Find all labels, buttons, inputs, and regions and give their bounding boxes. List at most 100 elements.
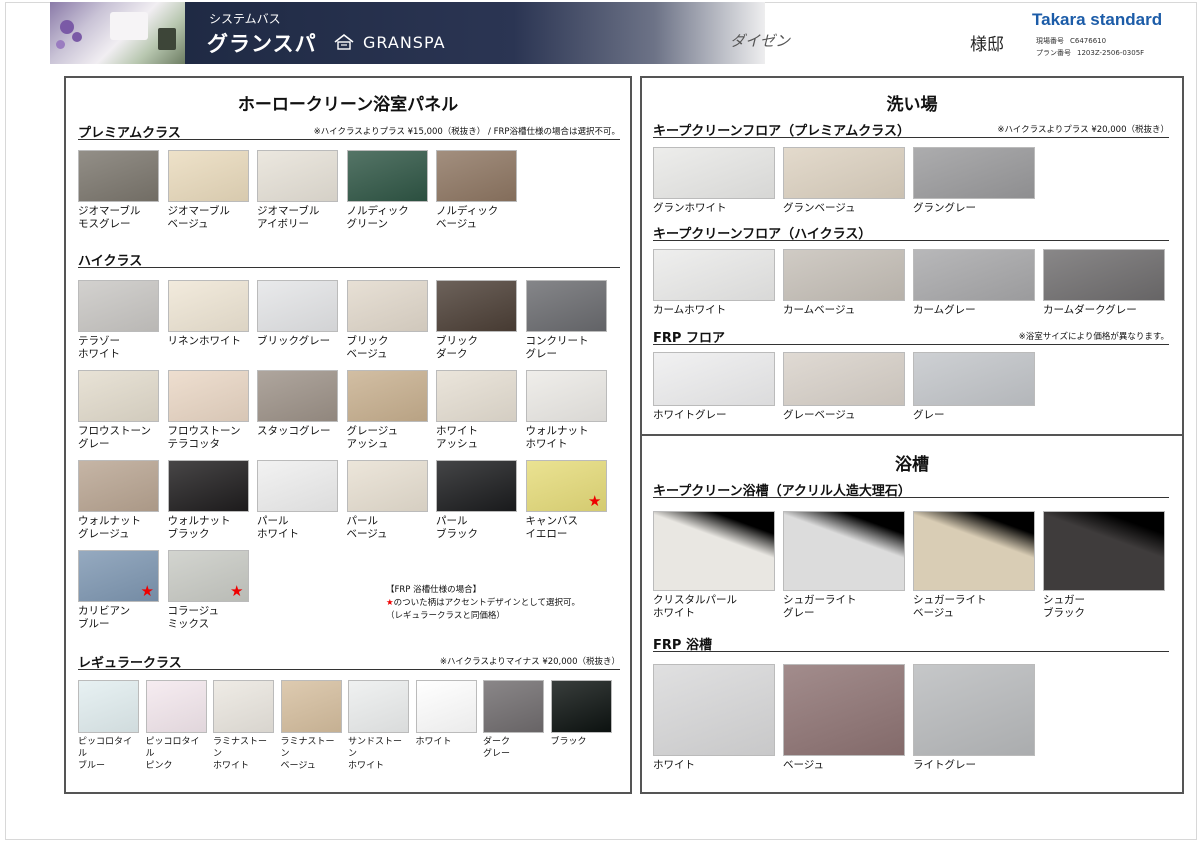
section-note: ※ハイクラスよりプラス ¥15,000（税抜き） / FRP浴槽仕様の場合は選択… [313, 127, 620, 137]
honorific: 様邸 [970, 35, 1004, 55]
star-icon: ★ [140, 582, 154, 600]
swatch-label: ピッコロタイル ピンク [145, 737, 200, 771]
swatch-label: パール ベージュ [346, 515, 388, 540]
swatch-label: グランベージュ [783, 202, 856, 214]
swatch-chip [145, 680, 207, 733]
star-icon: ★ [386, 598, 394, 608]
swatch-chip [280, 680, 342, 733]
swatch-label: シュガー ブラック [1043, 594, 1085, 619]
swatch-label: ノルディック ベージュ [436, 205, 499, 230]
section-title: キープクリーンフロア（ハイクラス） [653, 227, 872, 242]
swatch-label: ブリックグレー [257, 335, 331, 347]
section-title: FRP 浴槽 [653, 638, 712, 653]
swatch-label: ウォルナット ホワイト [525, 425, 589, 450]
swatch-chip [213, 680, 274, 733]
swatch-chip [653, 249, 775, 301]
swatch-label: グレーベージュ [783, 409, 856, 421]
section-kc-tub-head: キープクリーン浴槽（アクリル人造大理石） [653, 480, 1169, 499]
swatch-label: スタッコグレー [257, 425, 331, 437]
section-frp-tub-head: FRP 浴槽 [653, 634, 1169, 653]
swatch-chip [783, 511, 905, 591]
swatch-chip [783, 147, 905, 199]
swatch-chip [257, 370, 338, 422]
swatch-label: キャンバス イエロー [525, 515, 579, 540]
swatch-label: ベージュ [783, 759, 825, 771]
swatch-chip [415, 680, 477, 733]
swatch-label: グランホワイト [653, 202, 727, 214]
swatch-chip [257, 150, 338, 202]
swatch-chip [913, 511, 1035, 591]
swatch-chip [653, 511, 775, 591]
section-premium-floor-head: キープクリーンフロア（プレミアムクラス） ※ハイクラスよりプラス ¥20,000… [653, 120, 1169, 139]
swatch-label: サンドストーン ホワイト [348, 737, 403, 771]
swatch-chip [167, 370, 249, 422]
swatch-chip [346, 460, 428, 512]
swatch-chip [783, 249, 905, 301]
swatch-label: カリビアン ブルー [78, 605, 131, 630]
swatch-chip [653, 352, 775, 406]
swatch-chip [346, 280, 428, 332]
swatch-label: ラミナストーン ホワイト [213, 737, 268, 771]
star-icon: ★ [588, 492, 602, 510]
section-regular-head: レギュラークラス ※ハイクラスよりマイナス ¥20,000（税抜き） [78, 652, 620, 671]
swatch-chip [913, 249, 1035, 301]
swatch-chip [1043, 511, 1165, 591]
swatch-label: クリスタルパール ホワイト [653, 594, 737, 619]
header-band: システムバス グランスパ GRANSPA [185, 2, 655, 64]
swatch-chip [913, 352, 1035, 406]
swatch-chip [1043, 249, 1165, 301]
swatch-chip [167, 460, 249, 512]
swatch-label: ホワイト [415, 737, 452, 747]
swatch-label: カームベージュ [783, 304, 856, 316]
swatch-label: パール ホワイト [257, 515, 299, 540]
swatch-label: ジオマーブル ベージュ [167, 205, 230, 230]
series-name: グランスパ [207, 32, 317, 56]
swatch-label: ピッコロタイル ブルー [78, 737, 133, 771]
swatch-label: リネンホワイト [167, 335, 242, 347]
swatch-label: カームホワイト [653, 304, 727, 316]
swatch-label: ホワイトグレー [653, 409, 727, 421]
house-icon [334, 33, 354, 50]
swatch-chip [78, 680, 139, 733]
section-note: ※ハイクラスよりプラス ¥20,000（税抜き） [997, 125, 1169, 135]
swatch-chip [653, 664, 775, 756]
swatch-chip [346, 370, 428, 422]
swatch-label: コラージュ ミックス [167, 605, 220, 630]
panel-floor-tub: 洗い場 キープクリーンフロア（プレミアムクラス） ※ハイクラスよりプラス ¥20… [640, 76, 1184, 794]
swatch-label: カームダークグレー [1043, 304, 1137, 316]
swatch-chip [167, 280, 249, 332]
swatch-label: ラミナストーン ベージュ [280, 737, 335, 771]
section-premium-head: プレミアムクラス ※ハイクラスよりプラス ¥15,000（税抜き） / FRP浴… [78, 122, 620, 141]
swatch-chip [783, 352, 905, 406]
swatch-chip [436, 280, 517, 332]
swatch-label: パール ブラック [436, 515, 478, 540]
swatch-chip [525, 370, 607, 422]
section-title: キープクリーン浴槽（アクリル人造大理石） [653, 484, 911, 499]
swatch-chip [436, 370, 517, 422]
section-high-head: ハイクラス [78, 250, 620, 269]
section-frp-floor-head: FRP フロア ※浴室サイズにより価格が異なります。 [653, 327, 1169, 346]
header-photo [50, 2, 185, 64]
section-title: レギュラークラス [78, 656, 182, 671]
swatch-chip [783, 664, 905, 756]
panel-title-tub: 浴槽 [895, 455, 929, 475]
swatch-chip [653, 147, 775, 199]
brand-text: GRANSPA [363, 33, 446, 52]
swatch-chip [483, 680, 544, 733]
series-sub: システムバス [209, 12, 281, 26]
section-title: FRP フロア [653, 331, 725, 346]
swatch-label: ウォルナット ブラック [167, 515, 231, 540]
swatch-label: グレージュ アッシュ [346, 425, 399, 450]
swatch-label: ホワイト [653, 759, 695, 771]
swatch-chip: ★ [78, 550, 159, 602]
star-icon: ★ [230, 582, 244, 600]
plan-number: プラン番号 1203Z-2506-0305F [1036, 49, 1145, 57]
panel-bath-wall: ホーロークリーン浴室パネル プレミアムクラス ※ハイクラスよりプラス ¥15,0… [64, 76, 632, 794]
swatch-label: カームグレー [913, 304, 976, 316]
swatch-label: グラングレー [913, 202, 976, 214]
section-title: キープクリーンフロア（プレミアムクラス） [653, 124, 911, 139]
swatch-label: ノルディック グリーン [346, 205, 409, 230]
site-number: 現場番号 C6476610 [1036, 37, 1107, 45]
swatch-chip [257, 460, 338, 512]
swatch-label: ブラック [550, 737, 587, 747]
